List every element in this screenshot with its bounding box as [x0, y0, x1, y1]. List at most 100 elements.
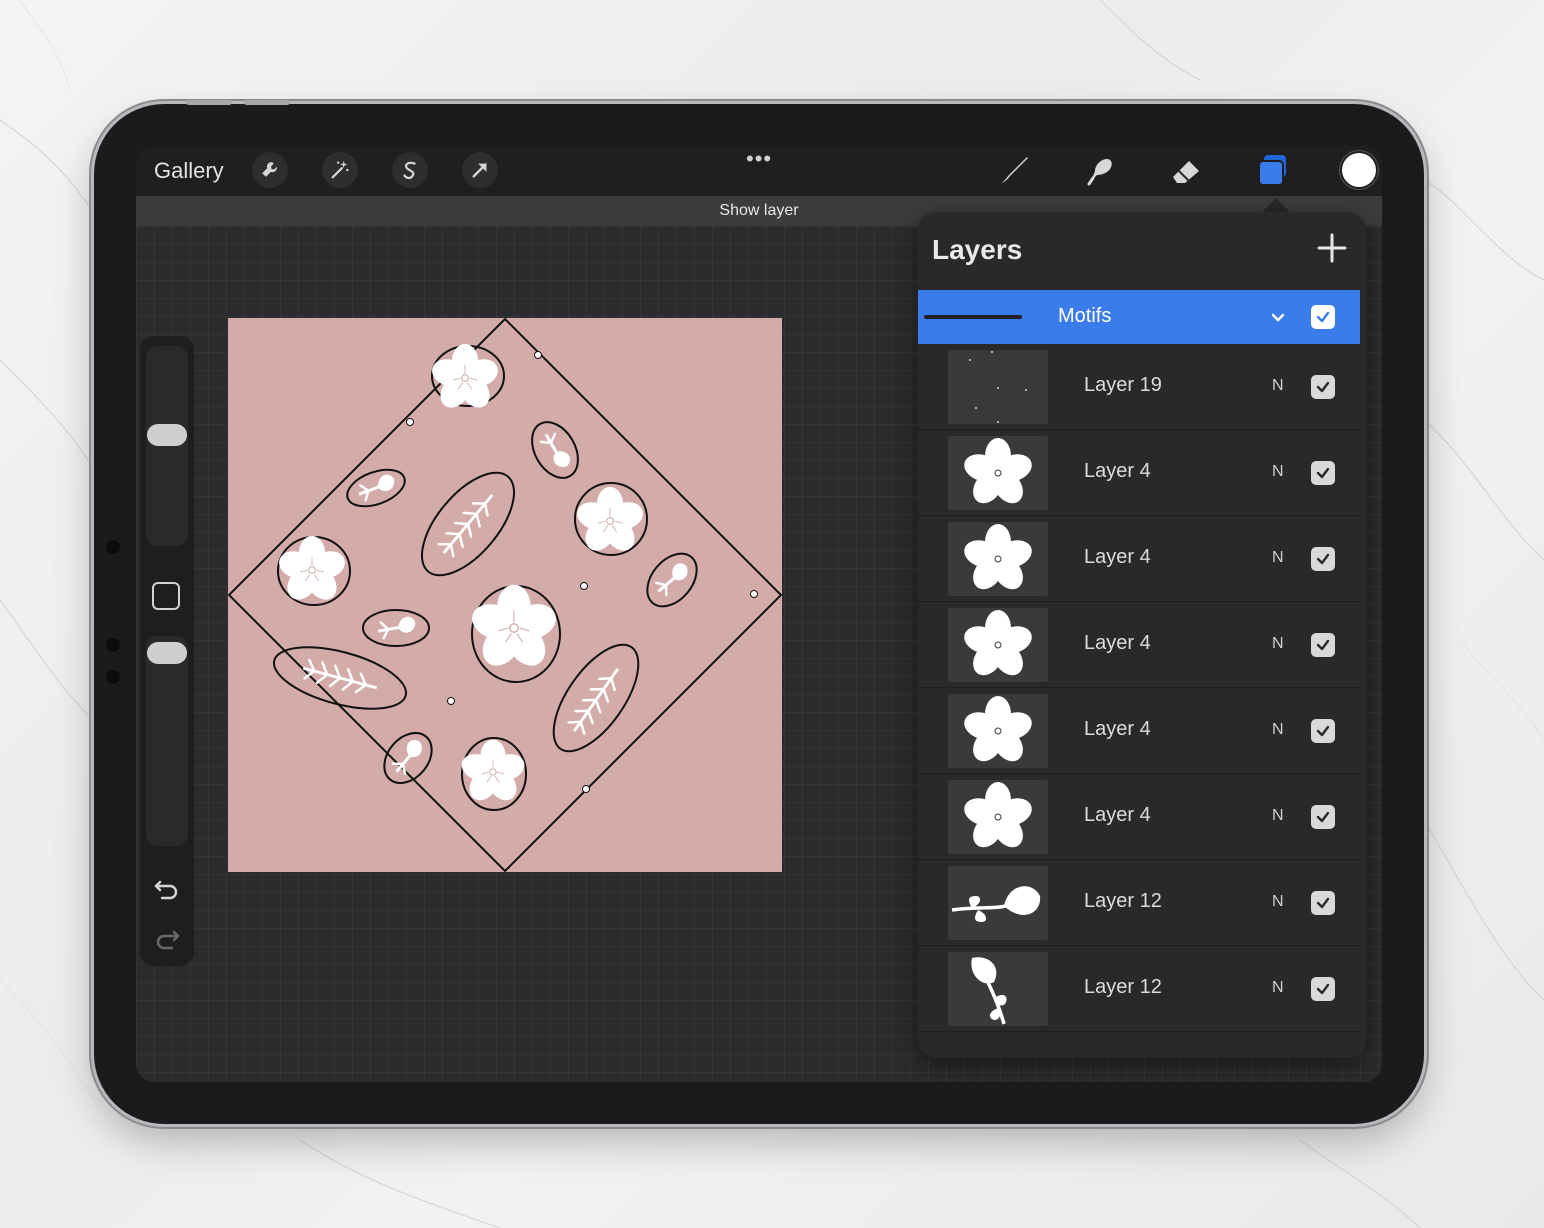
layer-row[interactable]: Layer 4 N	[918, 516, 1360, 602]
undo-button[interactable]	[152, 872, 182, 902]
layer-name: Layer 19	[1084, 374, 1162, 396]
smudge-tool-button[interactable]	[1080, 150, 1120, 190]
checkmark-icon	[1316, 983, 1330, 995]
layer-row[interactable]: Layer 12 N	[918, 860, 1360, 946]
layer-row[interactable]: Layer 4 N	[918, 430, 1360, 516]
layer-row[interactable]: Layer 4 N	[918, 774, 1360, 860]
actions-button[interactable]	[252, 152, 288, 188]
artwork-drawing	[227, 317, 783, 873]
layer-thumbnail	[948, 952, 1048, 1026]
add-layer-button[interactable]	[1314, 230, 1350, 266]
selection-s-icon	[403, 161, 416, 180]
layer-name: Layer 4	[1084, 632, 1151, 654]
modify-button[interactable]	[152, 582, 180, 610]
layer-visibility-checkbox[interactable]	[1311, 461, 1335, 485]
smudge-icon	[1087, 159, 1112, 186]
layer-name: Layer 4	[1084, 546, 1151, 568]
layers-title: Layers	[932, 234, 1023, 265]
blend-mode-button[interactable]: N	[1272, 979, 1284, 997]
layer-visibility-checkbox[interactable]	[1311, 891, 1335, 915]
eraser-tool-button[interactable]	[1166, 150, 1206, 190]
layers-panel: Layers Motifs Layer 19 N Layer 4 N Layer…	[918, 212, 1366, 1058]
layers-icon	[1258, 155, 1286, 186]
layer-name: Layer 4	[1084, 460, 1151, 482]
blend-mode-button[interactable]: N	[1272, 807, 1284, 825]
brush-tool-button[interactable]	[994, 150, 1034, 190]
flower-thumbnail-icon	[964, 782, 1032, 848]
layer-row[interactable]: Layer 4 N	[918, 688, 1360, 774]
layer-thumbnail	[948, 350, 1048, 424]
layer-visibility-checkbox[interactable]	[1311, 719, 1335, 743]
layer-thumbnail	[948, 694, 1048, 768]
eraser-icon	[1173, 161, 1199, 183]
layer-row[interactable]: Layer 19 N	[918, 344, 1360, 430]
layer-thumbnail	[948, 608, 1048, 682]
arrow-icon	[472, 163, 487, 178]
brush-size-handle[interactable]	[147, 424, 187, 446]
plus-icon	[1317, 233, 1347, 263]
opacity-handle[interactable]	[147, 642, 187, 664]
layer-thumbnail	[948, 436, 1048, 510]
group-thumbnail	[924, 315, 1022, 319]
adjustments-button[interactable]	[322, 152, 358, 188]
checkmark-icon	[1316, 725, 1330, 737]
layers-button[interactable]	[1252, 150, 1292, 190]
camera-dot	[106, 540, 120, 554]
layer-thumbnail	[948, 780, 1048, 854]
artwork-canvas[interactable]	[227, 317, 783, 873]
group-name: Motifs	[1058, 305, 1112, 327]
screen: Gallery ••• Show layer Layers Motifs Lay…	[136, 146, 1382, 1082]
undo-icon	[154, 880, 178, 900]
magic-wand-icon	[331, 160, 349, 179]
flower-thumbnail-icon	[964, 524, 1032, 590]
sensor-dot	[106, 638, 120, 652]
layer-name: Layer 4	[1084, 718, 1151, 740]
layer-name: Layer 4	[1084, 804, 1151, 826]
volume-button	[244, 100, 290, 105]
checkmark-icon	[1316, 897, 1330, 909]
more-menu[interactable]: •••	[746, 146, 772, 172]
chevron-down-icon[interactable]	[1268, 308, 1288, 328]
volume-button	[186, 100, 232, 105]
layer-visibility-checkbox[interactable]	[1311, 633, 1335, 657]
layer-visibility-checkbox[interactable]	[1311, 977, 1335, 1001]
blend-mode-button[interactable]: N	[1272, 377, 1284, 395]
layer-visibility-checkbox[interactable]	[1311, 805, 1335, 829]
blend-mode-button[interactable]: N	[1272, 549, 1284, 567]
group-visibility-checkbox[interactable]	[1311, 305, 1335, 329]
blend-mode-button[interactable]: N	[1272, 463, 1284, 481]
sensor-dot	[106, 670, 120, 684]
dots-thumbnail-icon	[969, 351, 1027, 423]
redo-button[interactable]	[152, 922, 182, 952]
flower-thumbnail-icon	[964, 610, 1032, 676]
checkmark-icon	[1316, 467, 1330, 479]
flower-thumbnail-icon	[964, 438, 1032, 504]
layer-row[interactable]: Layer 12 N	[918, 946, 1360, 1032]
selection-button[interactable]	[392, 152, 428, 188]
layers-popover-arrow	[1262, 198, 1290, 212]
checkmark-icon	[1316, 381, 1330, 393]
layer-group-motifs[interactable]: Motifs	[918, 290, 1360, 344]
layer-name: Layer 12	[1084, 890, 1162, 912]
layer-row[interactable]: Layer 4 N	[918, 602, 1360, 688]
layer-visibility-checkbox[interactable]	[1311, 375, 1335, 399]
sprig-thumbnail-icon	[951, 886, 1041, 922]
blend-mode-button[interactable]: N	[1272, 721, 1284, 739]
brush-icon	[1001, 157, 1028, 183]
layer-visibility-checkbox[interactable]	[1311, 547, 1335, 571]
checkmark-icon	[1316, 639, 1330, 651]
layer-name: Layer 12	[1084, 976, 1162, 998]
brush-size-slider[interactable]	[146, 346, 188, 546]
sidebar	[140, 336, 194, 966]
sprig-thumbnail-icon	[971, 957, 1007, 1025]
ipad-frame: Gallery ••• Show layer Layers Motifs Lay…	[94, 100, 1424, 1124]
blend-mode-button[interactable]: N	[1272, 635, 1284, 653]
checkmark-icon	[1316, 553, 1330, 565]
layer-list: Motifs Layer 19 N Layer 4 N Layer 4 N Layer 4 N…	[918, 290, 1360, 1032]
transform-button[interactable]	[462, 152, 498, 188]
blend-mode-button[interactable]: N	[1272, 893, 1284, 911]
opacity-slider[interactable]	[146, 636, 188, 846]
color-picker-button[interactable]	[1342, 153, 1376, 187]
gallery-button[interactable]: Gallery	[154, 158, 224, 184]
checkmark-icon	[1316, 811, 1330, 823]
